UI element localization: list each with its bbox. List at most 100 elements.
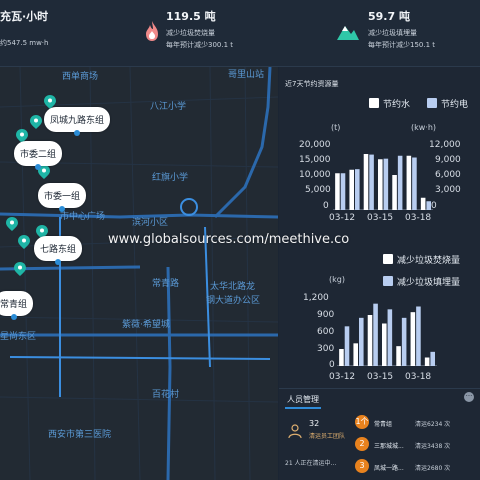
ranking-name[interactable]: 凤城一路... bbox=[374, 463, 404, 472]
team-marker-bubble[interactable]: 市委一组 bbox=[38, 183, 87, 212]
legend-swatch bbox=[427, 98, 437, 108]
location-pin-icon[interactable] bbox=[14, 262, 26, 276]
stat-incineration-sub: 每年预计减少300.1 t bbox=[166, 41, 234, 49]
chart1-ytick: 5,000 bbox=[305, 185, 331, 195]
bar-减少垃圾焚烧量-3[interactable] bbox=[382, 323, 387, 367]
bar-减少垃圾焚烧量-5[interactable] bbox=[410, 312, 416, 366]
chart1-ytick-right: 9,000 bbox=[435, 155, 461, 165]
staff-management-panel: 人员管理 ··· 32 清运员工团队 21 人正在清运中... 1个 常青组 清… bbox=[279, 388, 480, 480]
chart1-ytick: 10,000 bbox=[299, 170, 331, 180]
stat-incineration-value: 119.5 吨 bbox=[166, 10, 216, 23]
team-marker-bubble[interactable]: 市委二组 bbox=[14, 141, 63, 170]
chart1-xtick: 03-18 bbox=[405, 213, 432, 223]
ranking-name[interactable]: 常青组 bbox=[374, 419, 392, 428]
bar-减少垃圾填埋量-5[interactable] bbox=[416, 306, 421, 367]
rank-badge: 1个 bbox=[355, 415, 369, 429]
bar-节约电-6[interactable] bbox=[426, 201, 431, 210]
bar-节约电-3[interactable] bbox=[383, 158, 389, 210]
stat-energy: 充瓦·小时 约547.5 mw·h bbox=[0, 8, 48, 48]
chart1-plot bbox=[333, 154, 433, 211]
bar-减少垃圾填埋量-2[interactable] bbox=[373, 303, 378, 366]
chart2-xtick: 03-12 bbox=[329, 372, 356, 382]
landfill-icon bbox=[336, 20, 360, 42]
poi-label: 常青路 bbox=[152, 279, 180, 289]
resource-chart-panel: 近7天节约资源量 节约水 节约电 (t) (kw·h) 20,000 15,00… bbox=[279, 67, 480, 388]
location-pin-icon[interactable] bbox=[18, 235, 30, 249]
bar-减少垃圾填埋量-6[interactable] bbox=[430, 351, 435, 366]
bar-节约电-0[interactable] bbox=[340, 173, 346, 210]
city-map[interactable]: 西单商场 哥里山站 八江小学 红旗小学 市中心广场 滨河小区 常青路 太华北路龙… bbox=[0, 67, 278, 480]
poi-label: 紫薇·希望城 bbox=[122, 320, 170, 330]
bar-减少垃圾填埋量-3[interactable] bbox=[387, 309, 393, 366]
poi-label: 滨河小区 bbox=[132, 218, 169, 228]
bar-节约电-1[interactable] bbox=[355, 169, 360, 210]
bar-节约水-6[interactable] bbox=[420, 197, 426, 210]
watermark-text: www.globalsources.com/meethive.co bbox=[108, 232, 350, 247]
ranking-value: 清运3438 次 bbox=[415, 443, 451, 450]
bar-减少垃圾填埋量-0[interactable] bbox=[344, 326, 350, 366]
location-pin-icon[interactable] bbox=[6, 217, 18, 231]
bar-节约电-2[interactable] bbox=[369, 154, 374, 210]
more-options-icon[interactable]: ··· bbox=[464, 392, 474, 402]
bar-减少垃圾焚烧量-2[interactable] bbox=[367, 315, 373, 366]
stat-landfill-value: 59.7 吨 bbox=[368, 10, 410, 23]
bar-减少垃圾焚烧量-4[interactable] bbox=[396, 346, 401, 366]
bar-减少垃圾填埋量-4[interactable] bbox=[401, 317, 407, 366]
bar-节约水-5[interactable] bbox=[406, 155, 412, 210]
chart1-legend-item[interactable]: 节约电 bbox=[427, 97, 468, 110]
staff-active-status: 21 人正在清运中... bbox=[285, 460, 337, 467]
stats-bar: 充瓦·小时 约547.5 mw·h 119.5 吨 减少垃圾焚烧量 每年预计减少… bbox=[0, 0, 480, 67]
staff-title: 人员管理 bbox=[287, 395, 319, 404]
bar-节约水-3[interactable] bbox=[378, 159, 383, 210]
bar-减少垃圾焚烧量-6[interactable] bbox=[424, 357, 430, 367]
title-underline bbox=[285, 407, 321, 409]
ranking-name[interactable]: 三那城城... bbox=[374, 441, 404, 450]
bar-减少垃圾焚烧量-1[interactable] bbox=[353, 343, 358, 366]
bar-节约水-4[interactable] bbox=[392, 175, 397, 210]
poi-label: 星尚东区 bbox=[0, 332, 37, 342]
poi-label: 钢大道办公区 bbox=[206, 296, 261, 306]
bar-节约水-0[interactable] bbox=[335, 173, 340, 210]
staff-count-label: 清运员工团队 bbox=[309, 433, 346, 440]
chart1-ytick: 0 bbox=[323, 201, 329, 211]
chart2-left-unit: (kg) bbox=[329, 275, 345, 284]
team-marker-bubble[interactable]: 凤城九路东组 bbox=[44, 107, 111, 136]
bar-减少垃圾填埋量-1[interactable] bbox=[359, 317, 364, 366]
bar-节约水-1[interactable] bbox=[349, 169, 354, 210]
stat-landfill-label: 减少垃圾填埋量 bbox=[368, 29, 417, 37]
poi-label: 市中心广场 bbox=[60, 212, 106, 222]
stat-energy-sub: 约547.5 mw·h bbox=[0, 39, 49, 47]
bar-节约水-2[interactable] bbox=[363, 154, 369, 210]
staff-count: 32 bbox=[309, 419, 320, 428]
legend-swatch bbox=[369, 98, 379, 108]
chart1-ytick-right: 3,000 bbox=[435, 185, 461, 195]
poi-label: 西单商场 bbox=[62, 72, 99, 82]
rank-badge: 3 bbox=[355, 459, 369, 473]
team-marker-bubble[interactable]: 七路东组 bbox=[34, 236, 83, 265]
chart1-ytick: 20,000 bbox=[299, 140, 331, 150]
bar-减少垃圾焚烧量-0[interactable] bbox=[339, 349, 344, 366]
bar-节约电-5[interactable] bbox=[412, 157, 417, 211]
poi-label: 哥里山站 bbox=[228, 70, 265, 80]
chart2-legend-item[interactable]: 减少垃圾填埋量 bbox=[383, 275, 460, 288]
poi-label: 八江小学 bbox=[150, 102, 187, 112]
chart2-legend-item[interactable]: 减少垃圾焚烧量 bbox=[383, 253, 460, 266]
chart2-plot bbox=[337, 303, 437, 367]
stat-landfill: 59.7 吨 减少垃圾填埋量 每年预计减少150.1 t bbox=[368, 8, 435, 50]
legend-swatch bbox=[383, 276, 393, 286]
chart1-right-unit: (kw·h) bbox=[411, 123, 437, 132]
stat-incineration-label: 减少垃圾焚烧量 bbox=[166, 29, 215, 37]
team-marker-bubble[interactable]: 常青组 bbox=[0, 291, 34, 320]
team-icon bbox=[287, 423, 303, 439]
location-pin-icon[interactable] bbox=[30, 115, 42, 129]
poi-label: 西安市第三医院 bbox=[48, 430, 112, 440]
chart1-xtick: 03-12 bbox=[329, 213, 356, 223]
chart1-legend-item[interactable]: 节约水 bbox=[369, 97, 410, 110]
bar-节约电-4[interactable] bbox=[397, 155, 403, 210]
poi-label: 红旗小学 bbox=[152, 173, 189, 183]
chart1-left-unit: (t) bbox=[331, 123, 341, 132]
chart1-ytick-right: 6,000 bbox=[435, 170, 461, 180]
chart1-xtick: 03-15 bbox=[367, 213, 394, 223]
chart1-ytick-right: 12,000 bbox=[429, 140, 461, 150]
stat-energy-value: 充瓦·小时 bbox=[0, 10, 49, 23]
